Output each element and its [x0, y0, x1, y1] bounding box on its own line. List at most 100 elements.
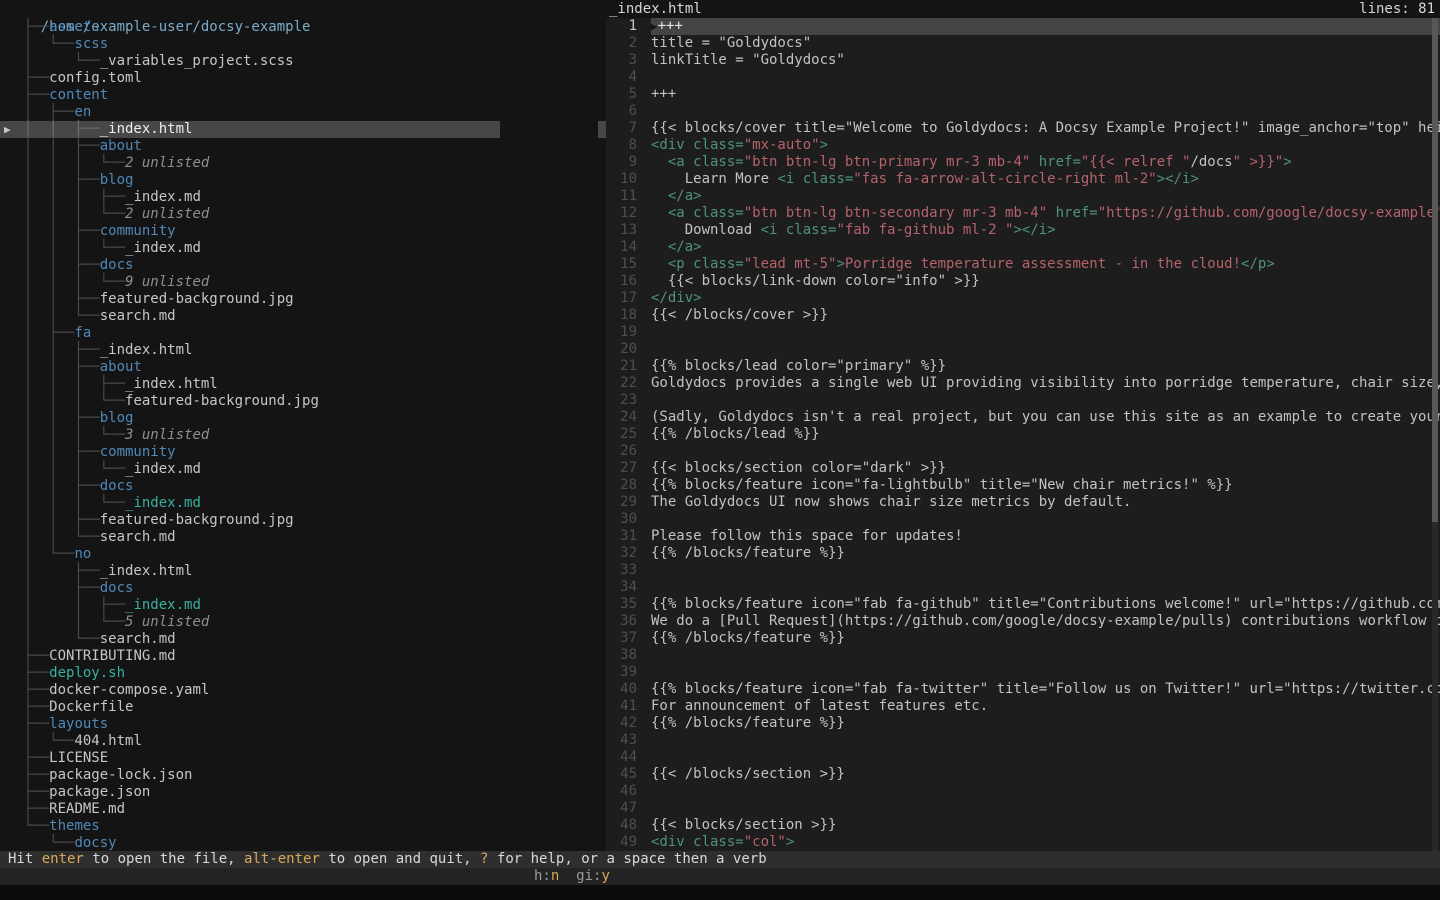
tree-item-featured-background.jpg[interactable]: │ │ ├──featured-background.jpg: [0, 291, 606, 308]
tree-item-docker-compose.yaml[interactable]: ├──docker-compose.yaml: [0, 682, 606, 699]
tree-branch-lines: │ └──: [7, 36, 74, 52]
preview-scrollbar[interactable]: [1432, 18, 1438, 851]
tree-item-LICENSE[interactable]: ├──LICENSE: [0, 750, 606, 767]
tree-branch-lines: │ │ │ └──: [7, 495, 125, 511]
code-text: <div class="col">: [651, 834, 1440, 851]
tree-item-content[interactable]: ├──content: [0, 87, 606, 104]
code-line: 49<div class="col">: [606, 834, 1440, 851]
line-number: 39: [606, 664, 637, 681]
tree-item-about[interactable]: │ │ ├──about: [0, 138, 606, 155]
tree-item-3-unlisted[interactable]: │ │ │ └──3 unlisted: [0, 427, 606, 444]
code-text: {{< /blocks/section >}}: [651, 766, 1440, 783]
code-line: 35{{% blocks/feature icon="fab fa-github…: [606, 596, 1440, 613]
tree-item-_index.html[interactable]: │ │ ├──_index.html: [0, 342, 606, 359]
tree-item-_index.html[interactable]: │ │ │ ├──_index.html: [0, 376, 606, 393]
code-text: Goldydocs provides a single web UI provi…: [651, 375, 1440, 392]
tree-item-_index.md[interactable]: │ │ │ └──_index.md: [0, 495, 606, 512]
command-input[interactable]: :e: [0, 868, 1440, 885]
tree-item-community[interactable]: │ │ ├──community: [0, 444, 606, 461]
tree-item-docs[interactable]: │ │ ├──docs: [0, 257, 606, 274]
tree-item-assets[interactable]: ├──assets: [0, 19, 606, 36]
tree-item-config.toml[interactable]: ├──config.toml: [0, 70, 606, 87]
line-number: 34: [606, 579, 637, 596]
tree-item-_index.html[interactable]: │ ├──_index.html: [0, 563, 606, 580]
tree-item-_variables_project.scss[interactable]: │ └──_variables_project.scss: [0, 53, 606, 70]
tree-item-deploy.sh[interactable]: ├──deploy.sh: [0, 665, 606, 682]
code-text: [651, 647, 1440, 664]
tree-item-blog[interactable]: │ │ ├──blog: [0, 172, 606, 189]
tree-item-search.md[interactable]: │ │ └──search.md: [0, 308, 606, 325]
preview-scrollbar-thumb[interactable]: [1432, 18, 1438, 522]
tree-item-label: featured-background.jpg: [100, 291, 294, 307]
tree-item-package.json[interactable]: ├──package.json: [0, 784, 606, 801]
tree-item-featured-background.jpg[interactable]: │ │ │ └──featured-background.jpg: [0, 393, 606, 410]
tree-item-label: config.toml: [49, 70, 142, 86]
tree-root-path[interactable]: /home/example-user/docsy-example: [0, 2, 606, 19]
tree-item-2-unlisted[interactable]: │ │ │ └──2 unlisted: [0, 206, 606, 223]
tree-item-2-unlisted[interactable]: │ │ │ └──2 unlisted: [0, 155, 606, 172]
code-line: 19: [606, 324, 1440, 341]
tree-item-package-lock.json[interactable]: ├──package-lock.json: [0, 767, 606, 784]
tree-item-fa[interactable]: │ ├──fa: [0, 325, 606, 342]
tree-item-featured-background.jpg[interactable]: │ │ ├──featured-background.jpg: [0, 512, 606, 529]
tree-item-_index.md[interactable]: │ │ │ └──_index.md: [0, 240, 606, 257]
tree-item-_index.md[interactable]: │ │ │ ├──_index.md: [0, 189, 606, 206]
tree-branch-lines: │ │ ├──: [7, 359, 100, 375]
tree-item-blog[interactable]: │ │ ├──blog: [0, 410, 606, 427]
tree-item-Dockerfile[interactable]: ├──Dockerfile: [0, 699, 606, 716]
code-line: 34: [606, 579, 1440, 596]
tree-item-label: LICENSE: [49, 750, 108, 766]
status-text: to open the file,: [84, 851, 244, 867]
tree-item-themes[interactable]: └──themes: [0, 818, 606, 835]
line-number: 4: [606, 69, 637, 86]
code-text: {{% /blocks/feature %}}: [651, 630, 1440, 647]
tree-item-en[interactable]: │ ├──en: [0, 104, 606, 121]
tree-item-9-unlisted[interactable]: │ │ │ └──9 unlisted: [0, 274, 606, 291]
tree-item-no[interactable]: │ └──no: [0, 546, 606, 563]
tree-item-label: about: [100, 138, 142, 154]
tree-item-community[interactable]: │ │ ├──community: [0, 223, 606, 240]
tree-item-layouts[interactable]: ├──layouts: [0, 716, 606, 733]
tree-branch-lines: ├──: [7, 70, 49, 86]
tree-branch-lines: │ ├──: [7, 104, 74, 120]
code-text: [651, 664, 1440, 681]
tree-item-CONTRIBUTING.md[interactable]: ├──CONTRIBUTING.md: [0, 648, 606, 665]
code-text: title = "Goldydocs": [651, 35, 1440, 52]
tree-item-scss[interactable]: │ └──scss: [0, 36, 606, 53]
tree-item-404.html[interactable]: │ └──404.html: [0, 733, 606, 750]
tree-item-label: _variables_project.scss: [100, 53, 294, 69]
line-number: 19: [606, 324, 637, 341]
line-number: 42: [606, 715, 637, 732]
tree-item-_index.md[interactable]: │ │ │ └──_index.md: [0, 461, 606, 478]
tree-branch-lines: │ │ ├──: [7, 512, 100, 528]
tree-item-_index.md[interactable]: │ │ ├──_index.md: [0, 597, 606, 614]
tree-item-docs[interactable]: │ ├──docs: [0, 580, 606, 597]
tree-item-search.md[interactable]: │ └──search.md: [0, 631, 606, 648]
tree-branch-lines: │ │ │ ├──: [7, 376, 125, 392]
tree-item-5-unlisted[interactable]: │ │ └──5 unlisted: [0, 614, 606, 631]
code-text: {{< blocks/section >}}: [651, 817, 1440, 834]
line-number: 14: [606, 239, 637, 256]
tree-item-docs[interactable]: │ │ ├──docs: [0, 478, 606, 495]
code-text: {{< blocks/cover title="Welcome to Goldy…: [651, 120, 1440, 137]
tree-item-_index.html[interactable]: ▶ │ │ ├──_index.html: [0, 121, 500, 138]
tree-item-docsy[interactable]: └──docsy: [0, 835, 606, 852]
status-text: for help, or a space then a verb: [488, 851, 766, 867]
search-mode-flags[interactable]: h:n gi:y: [534, 868, 610, 885]
tree-branch-lines: │ │ │ └──: [7, 240, 125, 256]
code-text: [651, 732, 1440, 749]
tree-branch-lines: │ │ ├──: [7, 223, 100, 239]
code-text: [651, 511, 1440, 528]
tree-item-about[interactable]: │ │ ├──about: [0, 359, 606, 376]
code-line: 17</div>: [606, 290, 1440, 307]
tree-item-label: community: [100, 223, 176, 239]
code-line: 37{{% /blocks/feature %}}: [606, 630, 1440, 647]
tree-branch-lines: │ ├──: [7, 325, 74, 341]
code-text: [651, 783, 1440, 800]
tree-item-label: docker-compose.yaml: [49, 682, 209, 698]
code-text: [651, 324, 1440, 341]
tree-item-search.md[interactable]: │ │ └──search.md: [0, 529, 606, 546]
tree-branch-lines: └──: [7, 818, 49, 834]
tree-item-README.md[interactable]: ├──README.md: [0, 801, 606, 818]
tree-branch-lines: │ │ ├──: [7, 444, 100, 460]
